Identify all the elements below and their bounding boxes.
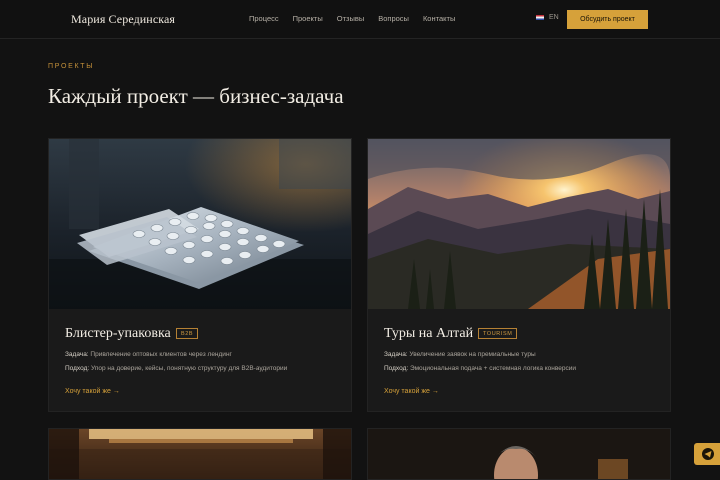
nav-item-contacts[interactable]: Контакты	[423, 14, 455, 23]
task-text: Привлечение оптовых клиентов через ленди…	[88, 351, 232, 358]
telegram-float-button[interactable]	[694, 443, 720, 465]
project-title: Туры на Алтай	[384, 326, 474, 341]
section-kicker: ПРОЕКТЫ	[48, 63, 95, 70]
project-card-altai: Туры на Алтай TOURISM Задача: Увеличение…	[367, 138, 671, 412]
discuss-project-button[interactable]: Обсудить проект	[567, 10, 648, 29]
project-title: Блистер-упаковка	[65, 326, 171, 341]
task-text: Увеличение заявок на премиальные туры	[407, 351, 536, 358]
main-nav: Процесс Проекты Отзывы Вопросы Контакты	[249, 14, 455, 23]
approach-label: Подход:	[65, 365, 90, 372]
project-card-interior	[48, 428, 352, 480]
project-task: Задача: Увеличение заявок на премиальные…	[384, 351, 536, 358]
flag-uk-icon	[536, 15, 544, 20]
language-switch[interactable]: EN	[536, 14, 559, 21]
site-header: Мария Серединская Процесс Проекты Отзывы…	[0, 0, 720, 39]
project-card-portrait	[367, 428, 671, 480]
nav-item-process[interactable]: Процесс	[249, 14, 279, 23]
section-title: Каждый проект — бизнес-задача	[48, 84, 344, 108]
project-image-altai	[368, 139, 670, 309]
project-card-blister: Блистер-упаковка B2B Задача: Привлечение…	[48, 138, 352, 412]
want-same-link[interactable]: Хочу такой же →	[384, 388, 439, 395]
approach-text: Эмоциональная подача + системная логика …	[408, 365, 577, 372]
blister-photo	[49, 139, 351, 309]
project-task: Задача: Привлечение оптовых клиентов чер…	[65, 351, 232, 358]
portrait-photo	[368, 429, 670, 479]
nav-item-projects[interactable]: Проекты	[293, 14, 323, 23]
project-approach: Подход: Эмоциональная подача + системная…	[384, 365, 576, 372]
nav-item-faq[interactable]: Вопросы	[378, 14, 409, 23]
want-same-link[interactable]: Хочу такой же →	[65, 388, 120, 395]
task-label: Задача:	[65, 351, 89, 358]
interior-photo	[49, 429, 351, 479]
project-badge: TOURISM	[478, 328, 518, 339]
approach-text: Упор на доверие, кейсы, понятную структу…	[89, 365, 288, 372]
task-label: Задача:	[384, 351, 408, 358]
altai-photo	[368, 139, 670, 309]
language-label: EN	[549, 14, 559, 21]
nav-item-reviews[interactable]: Отзывы	[337, 14, 364, 23]
approach-label: Подход:	[384, 365, 409, 372]
telegram-icon	[702, 448, 714, 460]
project-image-blister	[49, 139, 351, 309]
project-approach: Подход: Упор на доверие, кейсы, понятную…	[65, 365, 287, 372]
project-badge: B2B	[176, 328, 199, 339]
brand-logo[interactable]: Мария Серединская	[71, 12, 175, 27]
